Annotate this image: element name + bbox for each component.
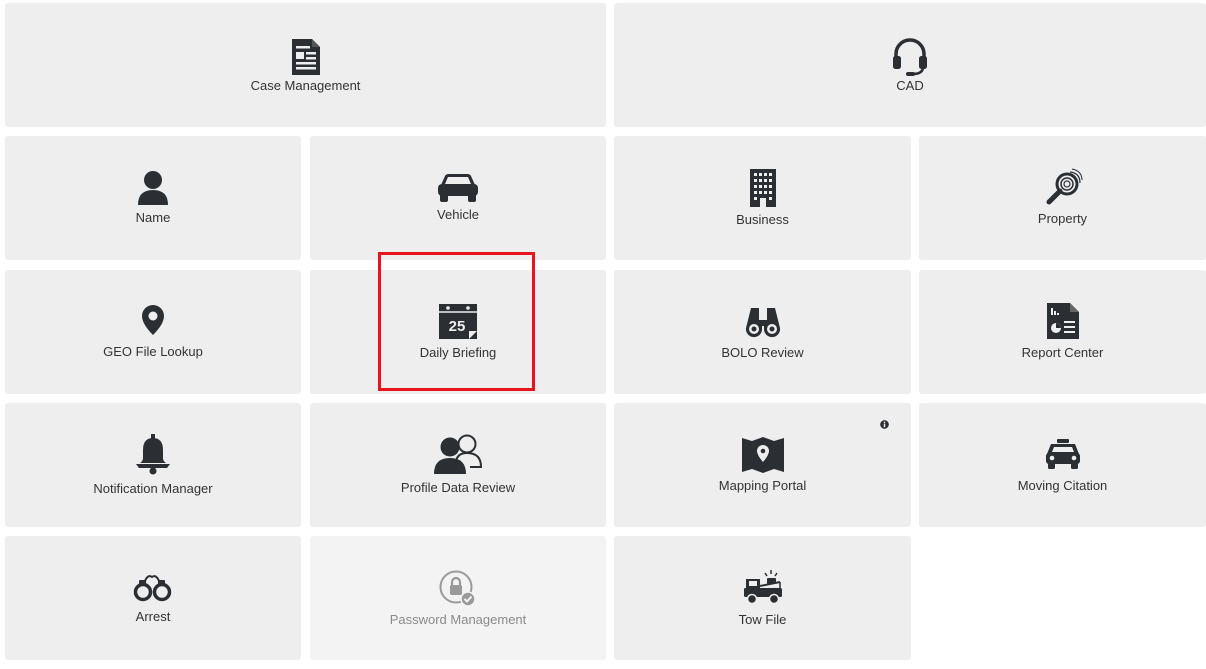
info-icon[interactable] <box>880 416 889 434</box>
headset-icon <box>891 37 929 77</box>
calendar-day: 25 <box>449 318 466 335</box>
tile-notification-manager[interactable]: Notification Manager <box>5 403 301 527</box>
police-car-icon <box>1045 438 1081 470</box>
tile-label: Moving Citation <box>1017 478 1108 493</box>
user-icon <box>136 170 170 206</box>
tile-password-management: Password Management <box>310 536 606 660</box>
tile-label: Business <box>736 212 789 227</box>
tile-label: Daily Briefing <box>419 345 497 360</box>
tile-name[interactable]: Name <box>5 136 301 260</box>
tile-daily-briefing[interactable]: 25 Daily Briefing <box>310 270 606 394</box>
newspaper-icon <box>290 38 322 76</box>
users-icon <box>432 433 484 475</box>
tile-label: Name <box>135 210 171 225</box>
tile-label: Tow File <box>738 612 787 627</box>
tile-cad[interactable]: CAD <box>614 3 1206 127</box>
tile-label: CAD <box>896 78 924 93</box>
tile-label: Arrest <box>135 609 171 624</box>
tile-report-center[interactable]: Report Center <box>919 270 1206 394</box>
tile-label: GEO File Lookup <box>103 344 203 359</box>
tile-geo-file-lookup[interactable]: GEO File Lookup <box>5 270 301 394</box>
tile-label: BOLO Review <box>721 345 804 360</box>
tile-bolo-review[interactable]: BOLO Review <box>614 270 911 394</box>
tile-mapping-portal[interactable]: Mapping Portal <box>614 403 911 527</box>
tile-tow-file[interactable]: Tow File <box>614 536 911 660</box>
tile-label: Password Management <box>389 612 527 627</box>
tile-profile-data-review[interactable]: Profile Data Review <box>310 403 606 527</box>
tow-truck-icon <box>743 568 783 606</box>
tile-label: Report Center <box>1021 345 1104 360</box>
calendar-icon: 25 <box>438 302 478 340</box>
tile-label: Profile Data Review <box>400 480 516 495</box>
report-document-icon <box>1046 302 1080 340</box>
tile-label: Property <box>1037 211 1088 226</box>
lock-check-icon <box>439 570 477 608</box>
building-icon <box>749 168 777 208</box>
tile-case-management[interactable]: Case Management <box>5 3 606 127</box>
tile-moving-citation[interactable]: Moving Citation <box>919 403 1206 527</box>
tile-vehicle[interactable]: Vehicle <box>310 136 606 260</box>
map-icon <box>741 436 785 474</box>
tile-arrest[interactable]: Arrest <box>5 536 301 660</box>
tile-label: Case Management <box>250 78 361 93</box>
tile-property[interactable]: Property <box>919 136 1206 260</box>
handcuffs-icon <box>133 573 173 603</box>
bell-icon <box>134 433 172 475</box>
car-icon <box>436 173 480 203</box>
binoculars-icon <box>745 306 781 338</box>
map-pin-icon <box>141 304 165 336</box>
tile-label: Mapping Portal <box>718 478 807 493</box>
tile-business[interactable]: Business <box>614 136 911 260</box>
tile-label: Notification Manager <box>93 481 213 496</box>
tile-label: Vehicle <box>437 207 479 222</box>
fingerprint-magnifier-icon <box>1043 168 1083 208</box>
